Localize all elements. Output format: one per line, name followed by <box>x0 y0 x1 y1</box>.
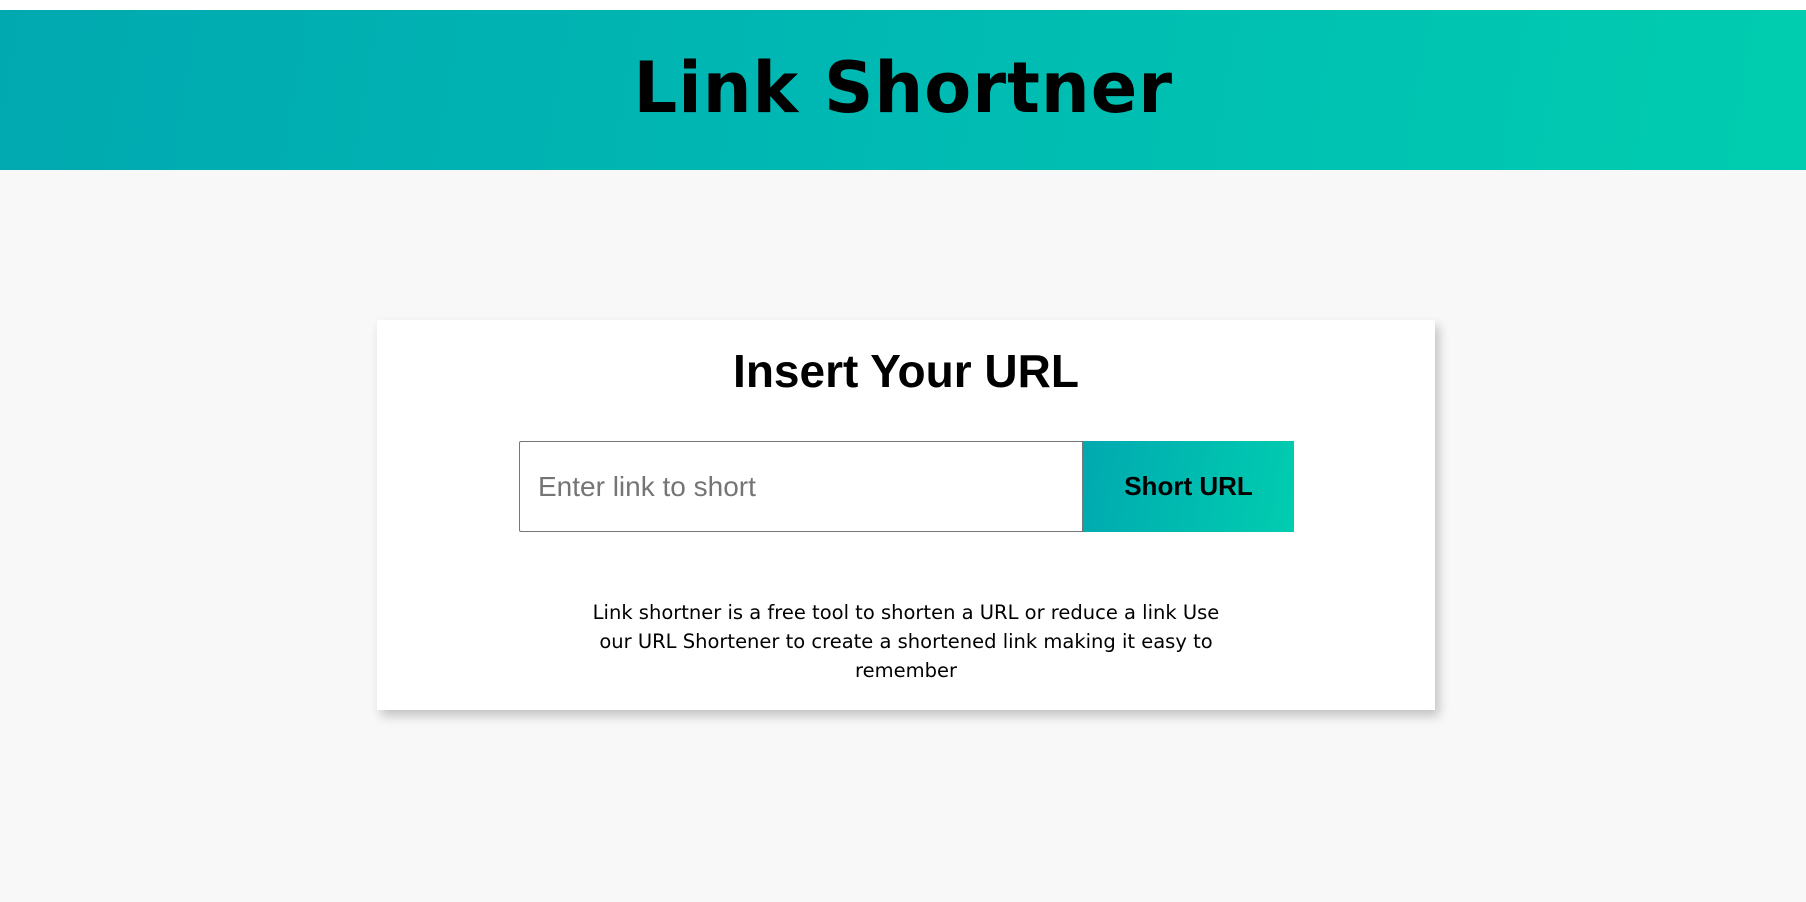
top-strip <box>0 0 1806 10</box>
site-title: Link Shortner <box>633 47 1173 129</box>
card-title: Insert Your URL <box>733 345 1079 397</box>
site-header: Link Shortner <box>0 10 1806 170</box>
short-url-button[interactable]: Short URL <box>1083 441 1294 532</box>
url-card: Insert Your URL Short URL Link shortner … <box>377 320 1435 710</box>
url-input[interactable] <box>519 441 1083 532</box>
shorten-form: Short URL <box>519 441 1294 532</box>
description-text: Link shortner is a free tool to shorten … <box>592 600 1220 682</box>
